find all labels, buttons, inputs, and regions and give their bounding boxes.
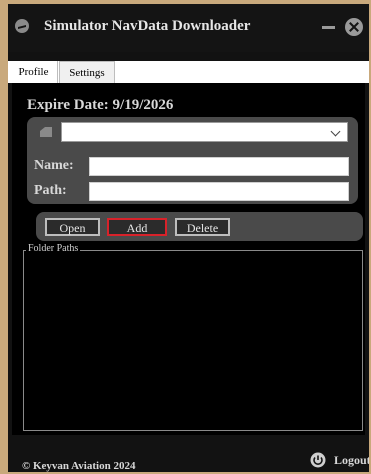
delete-button[interactable]: Delete [175,218,230,236]
open-button[interactable]: Open [45,218,100,236]
close-button[interactable] [345,18,363,36]
power-icon [310,452,326,468]
path-input[interactable] [89,182,349,201]
chevron-down-icon [330,126,341,137]
tab-bar: Profile Settings [8,61,369,83]
cloud-icon [40,127,52,137]
source-select[interactable] [61,122,348,142]
expire-date: Expire Date: 9/19/2026 [27,97,174,113]
copyright-text: © Keyvan Aviation 2024 [22,460,136,472]
title-bar: Simulator NavData Downloader [8,4,369,52]
folder-paths-legend: Folder Paths [26,243,81,254]
folder-paths-box [23,250,363,431]
name-label: Name: [34,158,74,173]
name-input[interactable] [89,157,349,176]
app-logo-icon [15,19,29,33]
add-button[interactable]: Add [107,218,167,236]
logout-label: Logout [334,453,369,467]
app-window: Simulator NavData Downloader Profile Set… [8,4,369,472]
window-title: Simulator NavData Downloader [44,18,251,34]
path-label: Path: [34,183,67,198]
minimize-button[interactable] [318,16,338,36]
tab-profile[interactable]: Profile [10,61,58,83]
tab-settings[interactable]: Settings [59,61,115,83]
